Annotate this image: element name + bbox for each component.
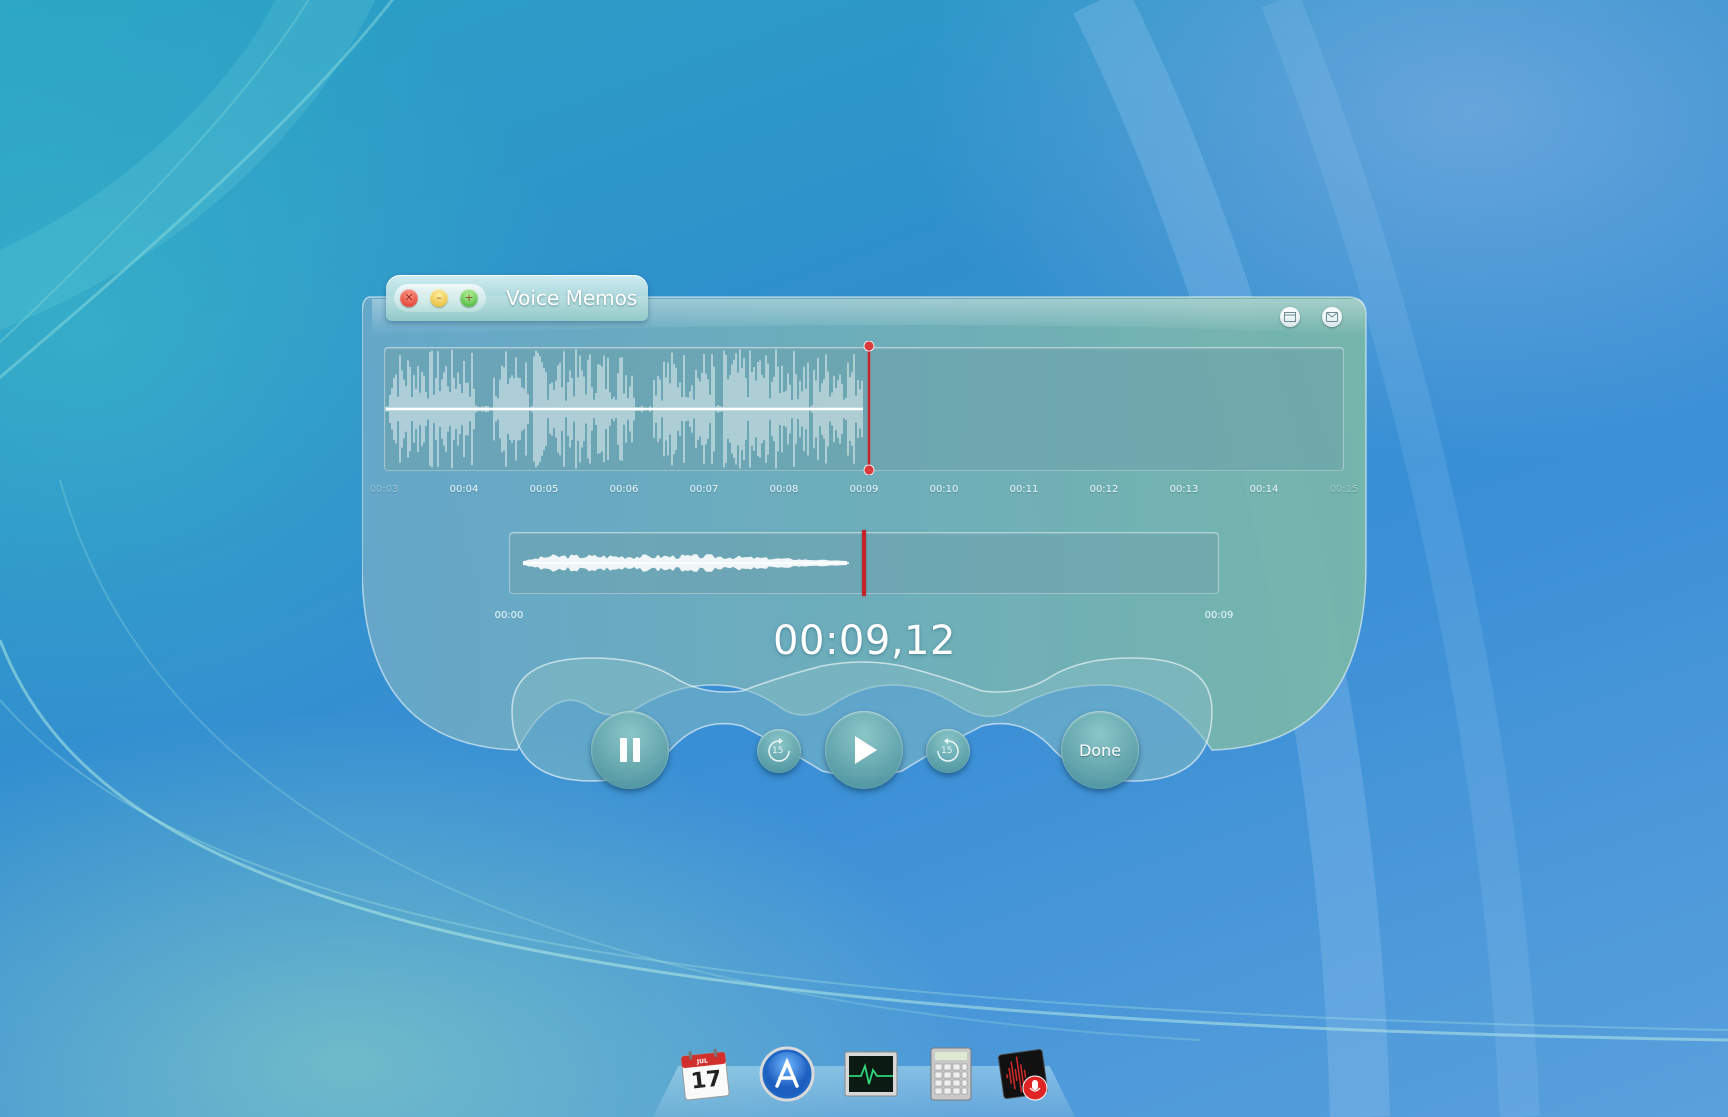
elapsed-time: 00:09,12	[773, 618, 956, 664]
timeline-tick: 00:10	[929, 484, 959, 495]
share-mail-icon[interactable]	[1322, 307, 1342, 327]
skip-back-button[interactable]: 15	[757, 729, 801, 773]
pause-button[interactable]	[591, 711, 669, 789]
timeline-tick: 00:11	[1009, 484, 1039, 495]
timeline-tick: 00:05	[529, 484, 559, 495]
play-button[interactable]	[825, 711, 903, 789]
close-icon[interactable]: ✕	[400, 289, 418, 307]
skip-back-label: 15	[772, 746, 784, 756]
calendar-icon[interactable]: JUL 17	[675, 1044, 735, 1104]
timeline-tick: 00:06	[609, 484, 639, 495]
timeline-tick: 00:03	[369, 484, 399, 495]
timeline-tick: 00:13	[1169, 484, 1199, 495]
zoom-icon[interactable]: +	[460, 289, 478, 307]
timeline-tick: 00:04	[449, 484, 479, 495]
calendar-month: JUL	[696, 1057, 709, 1066]
dock: JUL 17	[653, 1044, 1075, 1117]
overview-playhead[interactable]	[862, 530, 866, 596]
timeline-tick: 00:14	[1249, 484, 1279, 495]
voice-memos-window: ✕ – + Voice Memos 00:03 00:04 00:05 00:06 00…	[362, 275, 1367, 820]
calendar-day: 17	[689, 1066, 723, 1095]
minimize-icon[interactable]: –	[430, 289, 448, 307]
window-icon[interactable]	[1280, 307, 1300, 327]
playhead[interactable]	[863, 341, 875, 475]
skip-forward-button[interactable]: 15	[926, 729, 970, 773]
title-tab: ✕ – + Voice Memos	[386, 275, 648, 321]
timeline-ruler: 00:03 00:04 00:05 00:06 00:07 00:08 00:09 00:10…	[362, 484, 1367, 500]
timeline-tick: 00:09	[849, 484, 879, 495]
timeline-tick: 00:07	[689, 484, 719, 495]
voice-memos-icon[interactable]	[993, 1044, 1053, 1104]
calculator-icon[interactable]	[921, 1044, 981, 1104]
done-button[interactable]: Done	[1061, 711, 1139, 789]
activity-monitor-icon[interactable]	[841, 1044, 901, 1104]
timeline-tick: 00:08	[769, 484, 799, 495]
done-label: Done	[1078, 740, 1122, 760]
app-store-icon[interactable]	[757, 1044, 817, 1104]
skip-forward-label: 15	[941, 746, 953, 756]
timeline-tick: 00:12	[1089, 484, 1119, 495]
play-icon	[855, 736, 877, 764]
timeline-tick: 00:15	[1329, 484, 1359, 495]
pause-icon	[620, 738, 640, 762]
window-title: Voice Memos	[506, 286, 638, 310]
